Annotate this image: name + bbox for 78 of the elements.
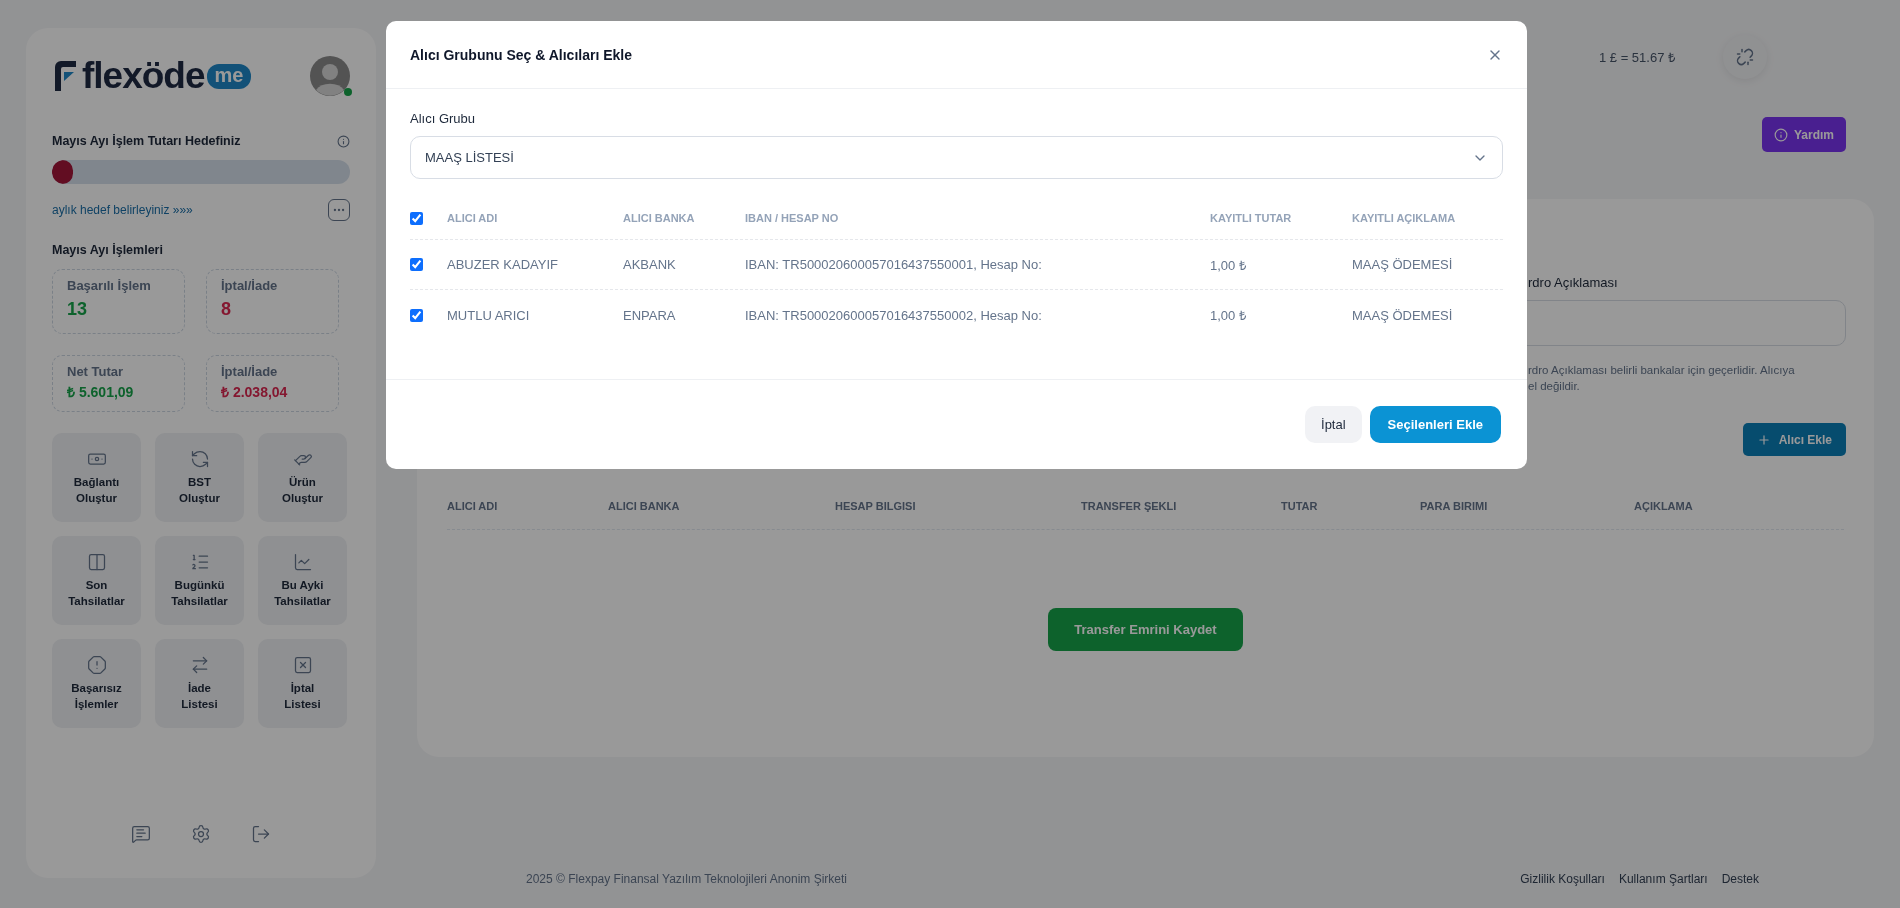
group-select[interactable]: MAAŞ LİSTESİ <box>410 136 1503 179</box>
help-text: rdro Açıklaması belirli bankalar için geçerlidir. Alıcıya <box>1527 363 1796 378</box>
info-icon <box>1773 127 1788 142</box>
shortcut-tile[interactable]: İptal Listesi <box>258 639 347 728</box>
table-cell-text: MAAŞ ÖDEMESİ <box>1352 307 1454 323</box>
stats-title: Mayıs Ayı İşlemleri <box>52 243 164 257</box>
shortcut-tile[interactable]: Bugünkü Tahsilatlar <box>155 536 244 625</box>
settings-icon[interactable] <box>191 824 211 844</box>
shortcut-tile[interactable]: Bağlantı Oluştur <box>52 433 141 522</box>
column-header: PARA BIRIMI <box>1420 500 1489 512</box>
goal-title: Mayıs Ayı İşlem Tutarı Hedefiniz <box>52 134 241 148</box>
field-label: rdro Açıklaması <box>1527 275 1619 290</box>
column-header: AÇIKLAMA <box>1634 500 1694 512</box>
table-cell-text: ABUZER KADAYIF <box>447 257 559 272</box>
shortcut-tile[interactable]: Başarısız İşlemler <box>52 639 141 728</box>
column-header: ALICI ADI <box>447 500 499 512</box>
column-header: TUTAR <box>1281 500 1319 512</box>
broken-link-icon <box>1736 48 1754 66</box>
column-header: ALICI ADI <box>447 212 499 224</box>
chart-icon <box>292 552 313 572</box>
select-all-checkbox[interactable] <box>410 211 423 225</box>
footer-link[interactable]: Kullanım Şartları <box>1618 872 1708 886</box>
help-text: el değildir. <box>1527 379 1581 394</box>
table-cell-text: 1,00 ₺ <box>1210 307 1247 324</box>
table-cell-text: MAAŞ ÖDEMESİ <box>1352 257 1454 272</box>
column-header: ALICI BANKA <box>608 500 681 512</box>
table-cell-text: IBAN: TR500020600057016437550001, Hesap No: <box>745 257 1043 272</box>
table-cell-text: ENPARA <box>623 307 677 323</box>
row-checkbox[interactable] <box>410 308 423 322</box>
shortcut-tile[interactable]: Bu Ayki Tahsilatlar <box>258 536 347 625</box>
copyright-text: 2025 © Flexpay Finansal Yazılım Teknolojileri Anonim Şirketi <box>526 872 847 886</box>
stat-label: Net Tutar <box>67 364 124 379</box>
column-header: TRANSFER ŞEKLI <box>1081 500 1178 512</box>
close-square-icon <box>292 655 313 675</box>
stat-value: 8 <box>221 299 231 320</box>
logo-suffix: me <box>206 63 252 89</box>
shortcut-tile[interactable]: Ürün Oluştur <box>258 433 347 522</box>
stat-label: İptal/İade <box>221 278 278 293</box>
table-cell-text: 1,00 ₺ <box>1210 256 1247 274</box>
table-cell-text: IBAN: TR500020600057016437550002, Hesap No: <box>745 307 1043 323</box>
table-cell-text: AKBANK <box>623 257 677 272</box>
numbered-list-icon <box>189 552 210 572</box>
stat-value: ₺ 5.601,09 <box>67 383 134 401</box>
message-icon[interactable] <box>131 824 151 844</box>
plus-icon <box>1756 432 1771 447</box>
dialog-title: Alıcı Grubunu Seç & Alıcıları Ekle <box>410 46 632 63</box>
stat-label: Başarılı İşlem <box>67 278 151 293</box>
table-cell-text: MUTLU ARICI <box>447 307 531 323</box>
column-header: HESAP BILGISI <box>835 500 917 512</box>
add-recipient-button[interactable]: Alıcı Ekle <box>1742 423 1846 456</box>
shortcut-tile[interactable]: Son Tahsilatlar <box>52 536 141 625</box>
column-header: KAYITLI AÇIKLAMA <box>1352 212 1457 224</box>
columns-icon <box>86 552 107 572</box>
footer-link[interactable]: Gizlilik Koşulları <box>1520 872 1605 886</box>
add-selected-button[interactable]: Seçilenleri Ekle <box>1369 406 1501 443</box>
shortcut-tile[interactable]: İade Listesi <box>155 639 244 728</box>
column-header: ALICI BANKA <box>623 212 696 224</box>
exchange-rate: 1 £ = 51.67 ₺ <box>1598 49 1675 66</box>
stat-label: İptal/İade <box>221 364 278 379</box>
shortcut-tile[interactable]: BST Oluştur <box>155 433 244 522</box>
warning-icon <box>86 655 107 675</box>
logout-icon[interactable] <box>251 824 271 844</box>
set-goal-link[interactable]: aylık hedef belirleyiniz »»» <box>52 203 193 217</box>
cancel-button[interactable]: İptal <box>1305 406 1362 443</box>
footer-link[interactable]: Destek <box>1721 872 1759 886</box>
refresh-icon <box>189 449 210 469</box>
field-label: Alıcı Grubu <box>410 111 477 126</box>
column-header: KAYITLI TUTAR <box>1210 212 1293 224</box>
logo-name: flexöde <box>82 55 205 97</box>
stat-value: 13 <box>67 299 88 320</box>
column-header: IBAN / HESAP NO <box>745 212 840 224</box>
user-avatar[interactable] <box>310 56 350 96</box>
logo-mark-icon <box>52 59 78 93</box>
row-checkbox[interactable] <box>410 258 423 271</box>
stat-value: ₺ 2.038,04 <box>221 383 288 401</box>
more-button[interactable] <box>328 199 350 221</box>
info-icon[interactable] <box>337 134 350 148</box>
help-button[interactable]: Yardım <box>1761 117 1846 152</box>
